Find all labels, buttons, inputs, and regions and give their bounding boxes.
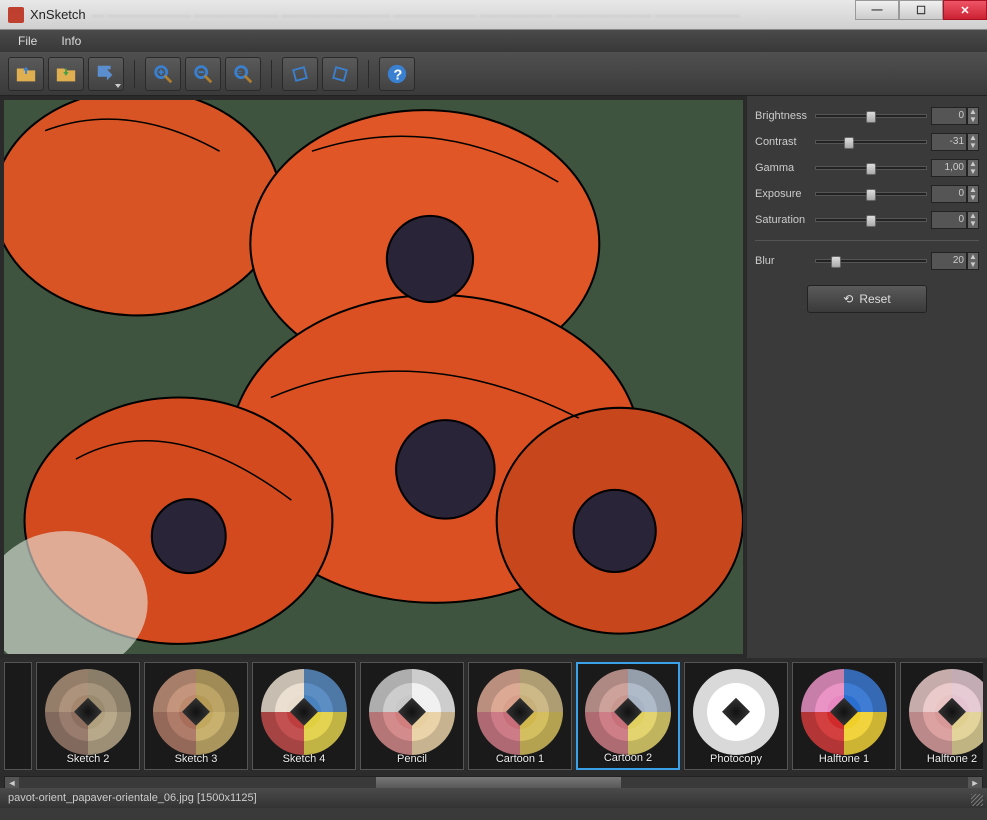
- close-button[interactable]: ✕: [943, 0, 987, 20]
- zoom-out-icon: [192, 63, 214, 85]
- main-area: Brightness0▲▼Contrast-31▲▼Gamma1,00▲▼Exp…: [0, 96, 987, 658]
- spinner[interactable]: ▲▼: [967, 107, 979, 125]
- adjust-row-contrast: Contrast -31▲▼: [755, 130, 979, 154]
- adjustments-panel: Brightness0▲▼Contrast-31▲▼Gamma1,00▲▼Exp…: [747, 96, 987, 658]
- effect-item-sketch-4[interactable]: Sketch 4: [252, 662, 356, 770]
- brightness-slider[interactable]: [815, 114, 927, 118]
- zoom-in-button[interactable]: [145, 57, 181, 91]
- save-button[interactable]: [48, 57, 84, 91]
- effects-strip: Sketch 2 Sketch 3 Sketch 4 Pencil Cartoon 1 C…: [4, 662, 983, 774]
- adjust-label: Brightness: [755, 110, 815, 122]
- effect-item-halftone-2[interactable]: Halftone 2: [900, 662, 983, 770]
- effect-item-cartoon-1[interactable]: Cartoon 1: [468, 662, 572, 770]
- help-button[interactable]: ?: [379, 57, 415, 91]
- menu-info[interactable]: Info: [51, 32, 91, 50]
- effect-label: Sketch 4: [253, 753, 355, 765]
- menu-file[interactable]: File: [8, 32, 47, 50]
- window-title: XnSketch: [30, 7, 86, 22]
- export-icon: [95, 63, 117, 85]
- titlebar: XnSketch — ——————— ——————— ————————— ———…: [0, 0, 987, 30]
- contrast-slider[interactable]: [815, 140, 927, 144]
- spinner[interactable]: ▲▼: [967, 159, 979, 177]
- saturation-slider[interactable]: [815, 218, 927, 222]
- minimize-button[interactable]: —: [855, 0, 899, 20]
- open-folder-up-icon: [15, 63, 37, 85]
- reset-button[interactable]: ⟲ Reset: [807, 285, 927, 313]
- saturation-value[interactable]: 0: [931, 211, 967, 229]
- adjust-row-blur: Blur 20▲▼: [755, 249, 979, 273]
- brightness-value[interactable]: 0: [931, 107, 967, 125]
- zoom-fit-button[interactable]: =: [225, 57, 261, 91]
- export-button[interactable]: [88, 57, 124, 91]
- contrast-value[interactable]: -31: [931, 133, 967, 151]
- adjust-row-gamma: Gamma 1,00▲▼: [755, 156, 979, 180]
- window-controls: — ☐ ✕: [855, 0, 987, 20]
- adjust-row-brightness: Brightness 0▲▼: [755, 104, 979, 128]
- status-text: pavot-orient_papaver-orientale_06.jpg [1…: [8, 792, 257, 804]
- rotate-left-icon: [289, 63, 311, 85]
- effect-item-halftone-1[interactable]: Halftone 1: [792, 662, 896, 770]
- effect-item-cartoon-2[interactable]: Cartoon 2: [576, 662, 680, 770]
- effect-label: Cartoon 2: [578, 752, 678, 764]
- toolbar: = ?: [0, 52, 987, 96]
- reset-label: Reset: [859, 292, 890, 306]
- reset-icon: ⟲: [843, 292, 853, 306]
- effect-label: Sketch 3: [145, 753, 247, 765]
- image-canvas[interactable]: [4, 100, 743, 654]
- adjust-label: Saturation: [755, 214, 815, 226]
- open-button[interactable]: [8, 57, 44, 91]
- help-icon: ?: [386, 63, 408, 85]
- effects-strip-wrap: Sketch 2 Sketch 3 Sketch 4 Pencil Cartoon 1 C…: [0, 658, 987, 788]
- slider-thumb[interactable]: [831, 256, 841, 268]
- effect-item-pencil[interactable]: Pencil: [360, 662, 464, 770]
- svg-text:=: =: [238, 67, 242, 76]
- resize-grip[interactable]: [971, 794, 983, 806]
- slider-thumb[interactable]: [866, 189, 876, 201]
- rotate-left-button[interactable]: [282, 57, 318, 91]
- adjust-row-exposure: Exposure 0▲▼: [755, 182, 979, 206]
- spinner[interactable]: ▲▼: [967, 133, 979, 151]
- maximize-button[interactable]: ☐: [899, 0, 943, 20]
- effect-item-photocopy[interactable]: Photocopy: [684, 662, 788, 770]
- slider-thumb[interactable]: [866, 111, 876, 123]
- exposure-value[interactable]: 0: [931, 185, 967, 203]
- effect-item-sketch-2[interactable]: Sketch 2: [36, 662, 140, 770]
- effect-label: Halftone 2: [901, 753, 983, 765]
- effect-item-sketch-3[interactable]: Sketch 3: [144, 662, 248, 770]
- effect-label: Photocopy: [685, 753, 787, 765]
- rotate-right-button[interactable]: [322, 57, 358, 91]
- statusbar: pavot-orient_papaver-orientale_06.jpg [1…: [0, 788, 987, 808]
- slider-thumb[interactable]: [866, 215, 876, 227]
- spinner[interactable]: ▲▼: [967, 252, 979, 270]
- blur-slider[interactable]: [815, 259, 927, 263]
- gamma-value[interactable]: 1,00: [931, 159, 967, 177]
- zoom-in-icon: [152, 63, 174, 85]
- adjust-label: Exposure: [755, 188, 815, 200]
- zoom-fit-icon: =: [232, 63, 254, 85]
- canvas-wrap: [4, 100, 743, 654]
- effect-label: Cartoon 1: [469, 753, 571, 765]
- adjust-row-saturation: Saturation 0▲▼: [755, 208, 979, 232]
- app-icon: [8, 7, 24, 23]
- window-path-blurred: — ——————— ——————— ————————— ——————— ————…: [92, 8, 739, 22]
- spinner[interactable]: ▲▼: [967, 185, 979, 203]
- slider-thumb[interactable]: [866, 163, 876, 175]
- adjust-label: Blur: [755, 255, 815, 267]
- adjust-label: Gamma: [755, 162, 815, 174]
- exposure-slider[interactable]: [815, 192, 927, 196]
- effect-label: Sketch 2: [37, 753, 139, 765]
- gamma-slider[interactable]: [815, 166, 927, 170]
- spinner[interactable]: ▲▼: [967, 211, 979, 229]
- effect-item-partial[interactable]: [4, 662, 32, 770]
- adjust-label: Contrast: [755, 136, 815, 148]
- svg-text:?: ?: [393, 67, 402, 83]
- effect-label: Halftone 1: [793, 753, 895, 765]
- effect-label: Pencil: [361, 753, 463, 765]
- slider-thumb[interactable]: [844, 137, 854, 149]
- menubar: File Info: [0, 30, 987, 52]
- blur-value[interactable]: 20: [931, 252, 967, 270]
- zoom-out-button[interactable]: [185, 57, 221, 91]
- rotate-right-icon: [329, 63, 351, 85]
- save-folder-down-icon: [55, 63, 77, 85]
